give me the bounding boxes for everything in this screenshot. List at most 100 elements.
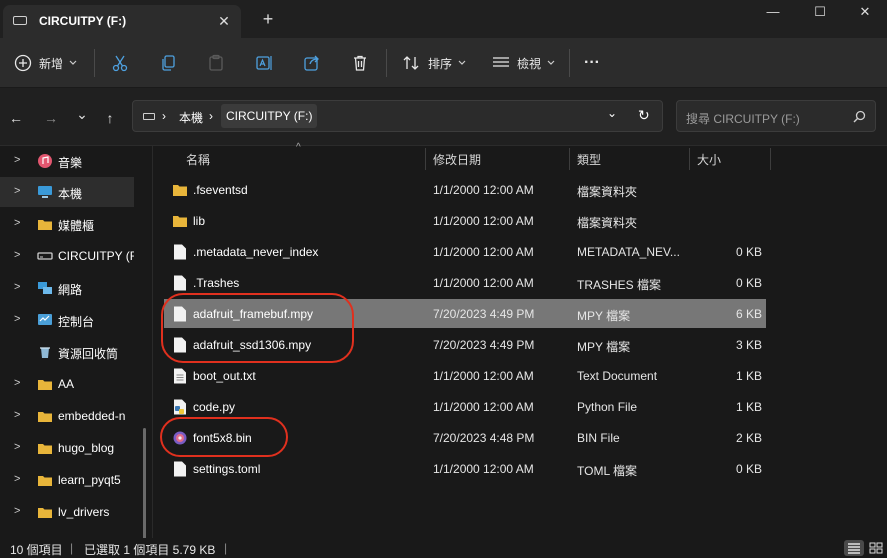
search-box[interactable]: 搜尋 CIRCUITPY (F:) — [676, 100, 876, 132]
more-options-button[interactable]: ··· — [584, 50, 600, 76]
sidebar-item-learn-pyqt5[interactable]: > learn_pyqt5 — [0, 465, 134, 495]
chevron-right-icon[interactable]: > — [14, 249, 20, 261]
copy-icon — [162, 55, 175, 71]
delete-button[interactable] — [351, 50, 369, 76]
tiles-view-icon[interactable] — [866, 540, 886, 556]
chevron-down-icon — [69, 60, 77, 65]
status-selection: 已選取 1 個項目 5.79 KB — [84, 543, 216, 557]
new-button[interactable]: 新增 — [14, 50, 77, 76]
python-file-icon — [174, 399, 186, 415]
music-icon — [38, 154, 52, 168]
back-button[interactable]: ← — [4, 107, 28, 129]
chevron-right-icon[interactable]: > — [14, 154, 20, 166]
file-row-lib[interactable]: lib 1/1/2000 12:00 AM 檔案資料夾 — [164, 206, 766, 235]
folder-icon — [38, 476, 52, 486]
sidebar-item-music[interactable]: > 音樂 — [0, 146, 134, 176]
up-button[interactable]: ↑ — [98, 107, 122, 129]
chevron-right-icon[interactable]: > — [14, 473, 20, 485]
file-row-metadata-never-index[interactable]: .metadata_never_index 1/1/2000 12:00 AM … — [164, 237, 766, 266]
sidebar-item-aa[interactable]: > AA — [0, 369, 134, 399]
forward-button[interactable]: → — [39, 107, 63, 129]
sort-icon — [403, 56, 419, 70]
view-list-icon — [493, 57, 509, 67]
sort-ascending-icon: ^ — [296, 142, 301, 153]
copy-button[interactable] — [159, 50, 177, 76]
new-tab-button[interactable]: + — [256, 8, 280, 32]
view-button[interactable]: 檢視 — [492, 50, 555, 76]
minimize-button[interactable]: — — [750, 0, 796, 30]
file-icon — [174, 461, 186, 477]
sidebar-item-lv-drivers[interactable]: > lv_drivers — [0, 497, 134, 527]
sidebar-item-network[interactable]: > 網路 — [0, 273, 134, 303]
tab-circuitpy[interactable]: CIRCUITPY (F:) ✕ — [3, 5, 241, 38]
folder-icon — [38, 380, 52, 390]
text-file-icon — [174, 368, 186, 384]
sidebar-item-hugo-blog[interactable]: > hugo_blog — [0, 433, 134, 463]
sidebar-item-recycle-bin[interactable]: 資源回收筒 — [0, 337, 134, 367]
column-header-name[interactable]: 名稱 — [186, 151, 210, 173]
recycle-bin-icon — [40, 347, 50, 358]
refresh-button[interactable]: ↻ — [638, 107, 650, 124]
file-row-settings-toml[interactable]: settings.toml 1/1/2000 12:00 AM TOML 檔案 … — [164, 454, 766, 483]
status-bar: 10 個項目 | 已選取 1 個項目 5.79 KB | — [0, 538, 887, 558]
details-view-icon[interactable] — [844, 540, 864, 556]
navigation-bar: ← → ⌄ ↑ › 本機 › CIRCUITPY (F:) ⌄ ↻ 搜尋 CIR… — [0, 88, 887, 146]
cut-button[interactable] — [111, 50, 129, 76]
paste-button[interactable] — [207, 50, 225, 76]
status-item-count: 10 個項目 — [10, 543, 63, 557]
scissors-icon — [112, 55, 128, 72]
breadcrumb-circuitpy[interactable]: CIRCUITPY (F:) — [221, 104, 318, 128]
tab-close-button[interactable]: ✕ — [213, 11, 235, 31]
folder-icon — [38, 412, 52, 422]
computer-icon — [38, 186, 52, 198]
tab-title: CIRCUITPY (F:) — [39, 14, 127, 28]
network-icon — [38, 282, 52, 294]
folder-icon — [38, 444, 52, 454]
command-bar: 新增 排序 檢視 ··· — [0, 38, 887, 88]
chevron-right-icon[interactable]: > — [14, 441, 20, 453]
chevron-right-icon[interactable]: > — [14, 377, 20, 389]
chevron-right-icon[interactable]: > — [14, 409, 20, 421]
address-dropdown-button[interactable]: ⌄ — [607, 106, 617, 120]
column-header-size[interactable]: 大小 — [697, 151, 721, 173]
drive-icon — [143, 113, 155, 120]
sidebar-item-this-pc[interactable]: > 本機 — [0, 177, 134, 207]
breadcrumb-this-pc[interactable]: 本機 — [179, 109, 203, 126]
close-button[interactable]: ✕ — [842, 0, 887, 30]
sort-button[interactable]: 排序 — [402, 50, 466, 76]
chevron-right-icon[interactable]: > — [14, 217, 20, 229]
rename-button[interactable] — [255, 50, 273, 76]
file-row-fseventsd[interactable]: .fseventsd 1/1/2000 12:00 AM 檔案資料夾 — [164, 175, 766, 204]
folder-icon — [173, 185, 187, 196]
sidebar-item-embedded[interactable]: > embedded-n — [0, 401, 134, 431]
title-bar: CIRCUITPY (F:) ✕ + — ☐ ✕ — [0, 0, 887, 38]
address-bar[interactable]: › 本機 › CIRCUITPY (F:) ⌄ ↻ — [132, 100, 663, 132]
chevron-down-icon — [458, 60, 466, 65]
search-icon — [853, 110, 866, 123]
column-header-type[interactable]: 類型 — [577, 151, 601, 173]
annotation-circle-mpy-files — [161, 293, 354, 363]
trash-icon — [354, 55, 366, 71]
drive-icon — [13, 16, 27, 25]
sidebar-item-libraries[interactable]: > 媒體櫃 — [0, 209, 134, 239]
sidebar-item-control-panel[interactable]: > 控制台 — [0, 305, 134, 335]
file-row-boot-out[interactable]: boot_out.txt 1/1/2000 12:00 AM Text Docu… — [164, 361, 766, 390]
file-icon — [174, 244, 186, 260]
chevron-down-icon — [547, 60, 555, 65]
folder-icon — [38, 220, 52, 230]
paste-icon — [209, 54, 223, 71]
chevron-right-icon[interactable]: > — [14, 505, 20, 517]
search-placeholder: 搜尋 CIRCUITPY (F:) — [686, 112, 800, 126]
chevron-right-icon[interactable]: > — [14, 281, 20, 293]
chevron-right-icon[interactable]: > — [14, 185, 20, 197]
navigation-pane: > 音樂 > 本機 > 媒體櫃 > CIRCUITPY (F:) > 網路 > … — [0, 146, 148, 558]
recent-locations-button[interactable]: ⌄ — [70, 103, 94, 125]
folder-icon — [173, 216, 187, 227]
maximize-button[interactable]: ☐ — [797, 0, 843, 30]
view-label: 檢視 — [517, 56, 542, 71]
sidebar-item-circuitpy[interactable]: > CIRCUITPY (F:) — [0, 241, 134, 271]
column-header-modified[interactable]: 修改日期 — [433, 151, 481, 173]
share-button[interactable] — [303, 50, 321, 76]
pane-divider[interactable] — [152, 146, 153, 538]
chevron-right-icon[interactable]: > — [14, 313, 20, 325]
